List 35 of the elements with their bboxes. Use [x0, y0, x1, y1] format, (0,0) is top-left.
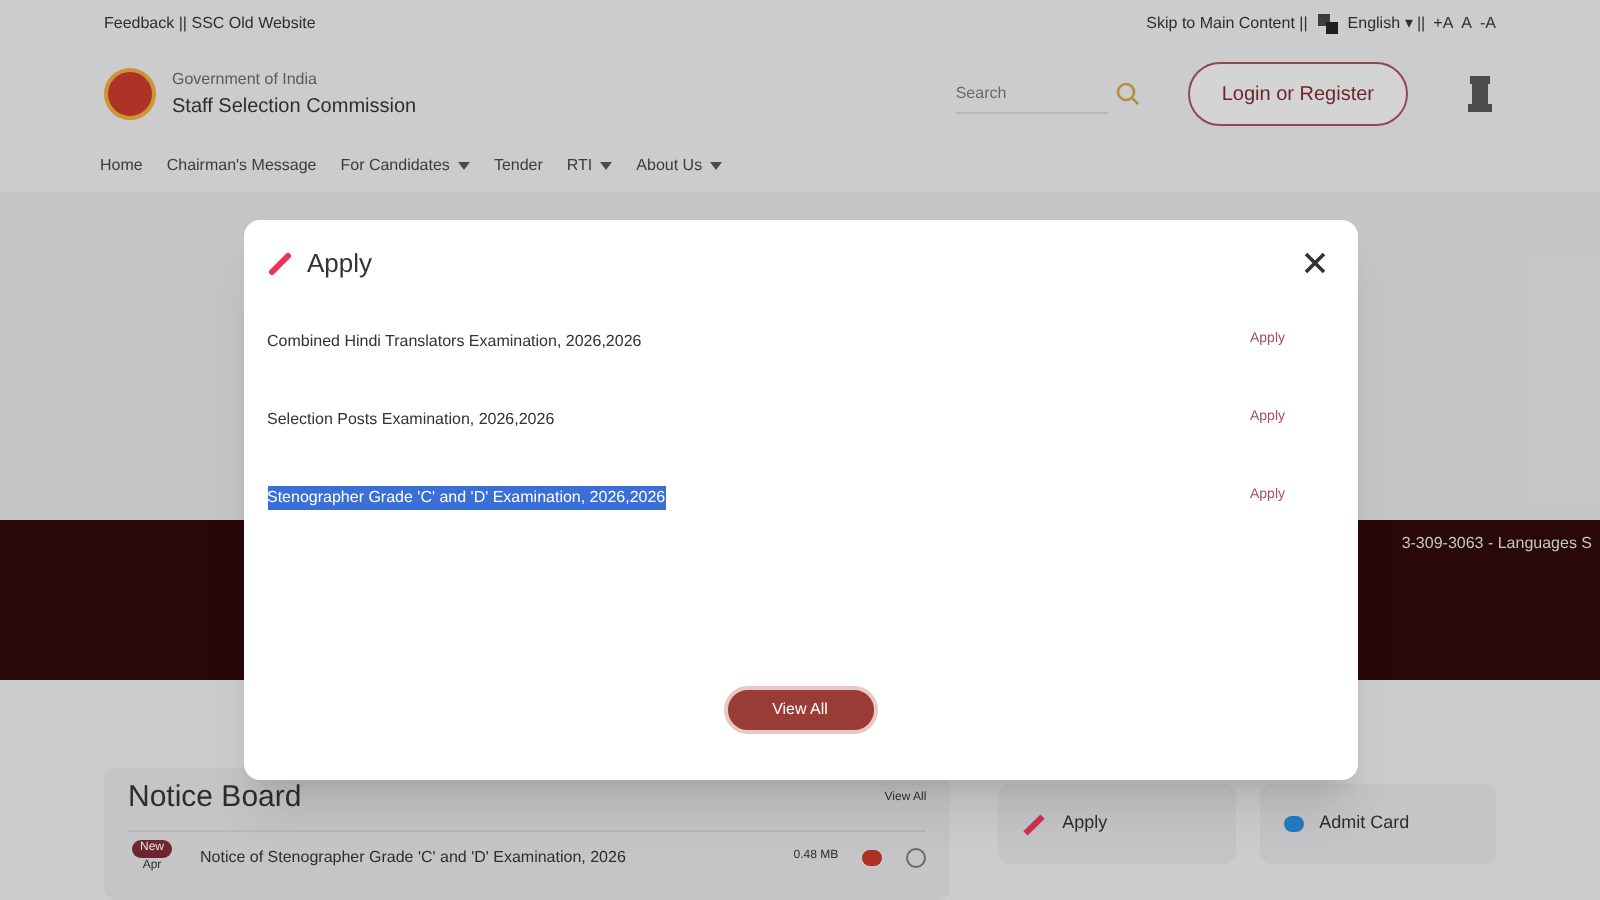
close-icon[interactable]: [1303, 252, 1325, 275]
exam-name: Selection Posts Examination, 2026,2026: [267, 407, 555, 431]
notice-board-title: Notice Board: [128, 778, 302, 818]
ticker-text: 3-309-3063 - Languages S: [1401, 532, 1594, 556]
font-size-button[interactable]: +A: [1433, 11, 1454, 36]
modal-title: Apply: [307, 246, 373, 282]
quick-link-card[interactable]: Admit Card: [1259, 784, 1496, 864]
nav-item[interactable]: Tender: [493, 154, 543, 179]
exam-name: Stenographer Grade 'C' and 'D' Examination, 2026,2026: [267, 485, 666, 509]
exam-name: Combined Hindi Translators Examination, 2026,2026: [267, 329, 642, 353]
nav-item[interactable]: RTI: [566, 154, 613, 179]
nav-item[interactable]: For Candidates: [340, 154, 470, 179]
notice-title[interactable]: Notice of Stenographer Grade 'C' and 'D' Examination, 2026: [200, 845, 770, 869]
view-all-button[interactable]: View All: [723, 686, 877, 734]
nav-item[interactable]: Home: [100, 154, 143, 179]
emblem-logo: [104, 68, 156, 121]
caret-icon: [710, 162, 723, 171]
skip-link[interactable]: Skip to Main Content ||: [1146, 11, 1308, 36]
font-size-button[interactable]: -A: [1480, 11, 1496, 36]
caret-icon: [457, 162, 470, 171]
org-line: Government of India: [172, 67, 319, 92]
top-links[interactable]: Feedback || SSC Old Website: [104, 11, 316, 36]
font-size-button[interactable]: A: [1461, 11, 1472, 36]
translate-icon[interactable]: [1315, 11, 1340, 36]
search-field[interactable]: Search: [955, 74, 1108, 115]
quick-link-card[interactable]: Apply: [998, 784, 1236, 864]
nav-item[interactable]: Chairman's Message: [166, 154, 317, 179]
nav-item[interactable]: About Us: [636, 154, 723, 179]
pencil-icon: [267, 251, 291, 276]
language-selector[interactable]: English ▾ ||: [1347, 11, 1426, 36]
pencil-icon: [1023, 813, 1045, 835]
org-name: Staff Selection Commission: [172, 93, 417, 122]
caret-icon: [600, 162, 613, 171]
quick-link-label: Admit Card: [1319, 810, 1410, 837]
quick-link-label: Apply: [1062, 810, 1108, 837]
